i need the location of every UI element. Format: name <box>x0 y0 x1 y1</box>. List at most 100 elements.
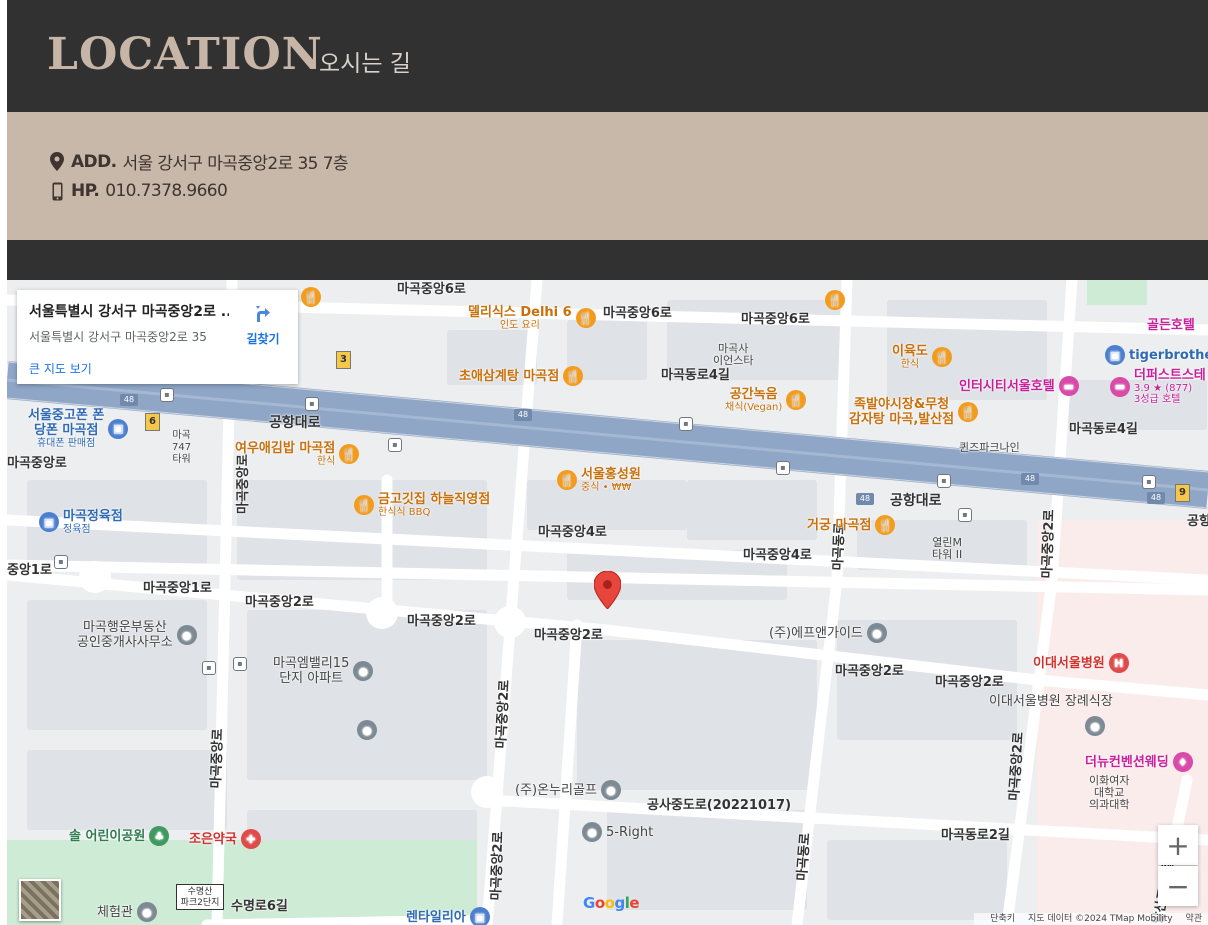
place-address: 서울특별시 강서구 마곡중앙2로 35 <box>29 330 207 344</box>
poi-phone-store[interactable]: 서울중고폰 폰 당폰 마곡점 휴대폰 판매점 ▣ <box>28 408 129 449</box>
place-icon: ● <box>600 780 621 800</box>
restaurant-icon: 🍴 <box>575 308 596 328</box>
poi-magok-747[interactable]: 마곡 747 타워 <box>172 430 191 466</box>
poi-ewha-medical[interactable]: 이화여자 대학교 의과대학 <box>1089 775 1129 811</box>
poi-place[interactable]: ● <box>1085 716 1105 736</box>
poi-rental[interactable]: 렌타일리아 ▣ <box>406 907 490 925</box>
street-label: 마곡중앙4로 <box>538 525 607 540</box>
location-section: LOCATION 오시는 길 ADD. 서울 강서구 마곡중앙2로 35 7층 … <box>7 0 1208 925</box>
view-larger-map-link[interactable]: 큰 지도 보기 <box>29 360 92 377</box>
bus-stop-icon[interactable]: ▪ <box>305 397 319 411</box>
street-label: 마곡중앙2로 <box>835 664 904 679</box>
poi-ewha-funeral[interactable]: 이대서울병원 장례식장 <box>989 694 1113 709</box>
poi-yeolrim-tower[interactable]: 열린M 타워 II <box>932 537 962 561</box>
poi-joeun-pharmacy[interactable]: 조은약국 ✚ <box>189 829 261 849</box>
poi-queens-park[interactable]: 퀸즈파크나인 <box>959 440 1020 455</box>
shopping-icon: ▣ <box>39 512 59 532</box>
zoom-in-button[interactable]: + <box>1158 825 1198 865</box>
place-icon: ● <box>866 623 887 643</box>
directions-icon <box>256 306 270 322</box>
poi-iyukdo[interactable]: 이육도 한식 🍴 <box>892 344 952 370</box>
location-marker-icon[interactable] <box>593 570 622 613</box>
map-top-strip <box>7 240 1208 280</box>
place-icon: ● <box>136 902 157 922</box>
street-label: 마곡중앙6로 <box>741 312 810 327</box>
restaurant-icon: 🍴 <box>825 290 845 310</box>
road-number: 48 <box>856 493 874 505</box>
poi-gonggan[interactable]: 공간녹음 채식(Vegan) 🍴 <box>725 387 807 413</box>
map-data-attribution: 지도 데이터 ©2024 TMap Mobility <box>1027 914 1173 924</box>
poi-em-valley[interactable]: 마곡엠밸리15 단지 아파트 ● <box>273 656 374 686</box>
terms-link[interactable]: 약관 <box>1185 914 1202 924</box>
street-label: 마곡중앙1로 <box>143 581 212 596</box>
place-icon: ● <box>353 661 374 681</box>
street-label: 마곡동로2길 <box>941 828 1010 843</box>
road-number: 48 <box>1021 473 1039 485</box>
hospital-icon: H <box>1108 653 1129 673</box>
poi-place[interactable]: ● <box>357 720 377 740</box>
poi-golden-hotel[interactable]: 골든호텔 <box>1147 318 1195 333</box>
road-sign: 수명산 파크2단지 <box>176 884 224 910</box>
shopping-icon: ▣ <box>1105 345 1125 365</box>
phone-value[interactable]: 010.7378.9660 <box>105 181 228 201</box>
restaurant-icon: 🍴 <box>354 495 374 515</box>
street-label: 마곡중앙2로 <box>245 595 314 610</box>
street-label: 마곡중앙2로 <box>1039 509 1058 579</box>
bus-stop-icon[interactable]: ▪ <box>1142 475 1156 489</box>
bus-stop-icon[interactable]: ▪ <box>233 657 247 671</box>
hotel-icon: ▬ <box>1058 376 1079 396</box>
bus-stop-icon[interactable]: ▪ <box>54 555 68 569</box>
poi-four-points[interactable]: ▬ 더퍼스트스테 3.9 ★ (877) 3성급 호텔 <box>1110 368 1206 405</box>
directions-button[interactable]: 길찾기 <box>245 304 281 347</box>
satellite-view-toggle[interactable] <box>19 879 61 921</box>
poi-jokbal[interactable]: 족발야시장&무청 감자탕 마곡,발산점 🍴 <box>849 397 979 427</box>
poi-onnuri-golf[interactable]: (주)온누리골프 ● <box>515 780 621 800</box>
bus-stop-icon[interactable]: ▪ <box>776 461 790 475</box>
venue-icon: ♦ <box>1172 752 1193 772</box>
poi-choae[interactable]: 초애삼계탕 마곡점 🍴 <box>459 366 584 386</box>
street-label: 마곡중앙2로 <box>493 679 513 749</box>
poi-convention-wedding[interactable]: 더뉴컨벤션웨딩 ♦ <box>1085 752 1193 772</box>
bus-stop-icon[interactable]: ▪ <box>202 661 216 675</box>
street-label: 마곡중앙6로 <box>603 306 672 321</box>
street-label: 공사중도로(20221017) <box>647 798 792 813</box>
place-icon: ● <box>582 822 602 842</box>
address-label: ADD. <box>71 151 117 172</box>
bus-stop-icon[interactable]: ▪ <box>679 417 693 431</box>
place-icon: ● <box>176 625 197 645</box>
street-label: 공항대로 <box>269 415 321 431</box>
bus-stop-icon[interactable]: ▪ <box>160 388 174 402</box>
bus-stop-icon[interactable]: ▪ <box>388 438 402 452</box>
poi-5-right[interactable]: ● 5-Right <box>582 822 653 842</box>
road-number: 48 <box>1147 492 1165 504</box>
poi-geogung[interactable]: 거궁 마곡점 🍴 <box>807 515 896 535</box>
bus-stop-icon[interactable]: ▪ <box>958 508 972 522</box>
poi-magok-meat[interactable]: ▣ 마곡정육점 정육점 <box>39 509 123 535</box>
poi-yeou[interactable]: 여우애김밥 마곡점 한식 🍴 <box>235 441 360 467</box>
poi-magoksa[interactable]: 마곡사 이언스타 <box>713 343 753 367</box>
street-label: 마곡중앙로 <box>7 456 67 471</box>
poi-experience-hall[interactable]: 체험관 ● <box>97 902 157 922</box>
poi-seoulhong[interactable]: 🍴 서울홍성원 중식 • ₩₩ <box>557 467 641 493</box>
poi-restaurant[interactable]: 🍴 <box>301 287 321 307</box>
poi-delhi6[interactable]: 델리식스 Delhi 6 인도 요리 🍴 <box>468 305 596 331</box>
poi-geumgo[interactable]: 🍴 금고깃집 하늘직영점 한식식 BBQ <box>354 492 490 518</box>
keyboard-shortcuts-link[interactable]: 단축키 <box>990 914 1015 924</box>
shopping-icon: ▣ <box>108 418 129 439</box>
poi-ewha-hospital[interactable]: 이대서울병원 H <box>1033 653 1129 673</box>
street-label: 공항대로 <box>890 493 942 509</box>
park-icon: ♣ <box>149 826 170 846</box>
bus-stop-icon[interactable]: ▪ <box>937 474 951 488</box>
poi-haengun-realty[interactable]: 마곡행운부동산 공인중개사사무소 ● <box>77 620 197 650</box>
street-label: 중앙1로 <box>7 563 52 578</box>
poi-sol-park[interactable]: 솔 어린이공원 ♣ <box>69 826 170 846</box>
route-shield: 9 <box>1175 484 1190 502</box>
poi-tigerbrothers[interactable]: ▣ tigerbrothers <box>1105 345 1208 365</box>
poi-intercity-hotel[interactable]: 인터시티서울호텔 ▬ <box>959 376 1079 396</box>
contact-info-bar: ADD. 서울 강서구 마곡중앙2로 35 7층 HP. 010.7378.96… <box>7 112 1208 240</box>
poi-fnguide[interactable]: (주)에프앤가이드 ● <box>769 623 887 643</box>
embedded-map[interactable]: 마곡중앙6로 마곡중앙6로 마곡중앙6로 마곡동로4길 공항대로 공항대로 마곡… <box>7 280 1208 925</box>
zoom-out-button[interactable]: − <box>1158 866 1198 906</box>
map-footer: 단축키 지도 데이터 ©2024 TMap Mobility 약관 <box>974 913 1208 925</box>
poi-restaurant[interactable]: 🍴 <box>825 290 845 310</box>
